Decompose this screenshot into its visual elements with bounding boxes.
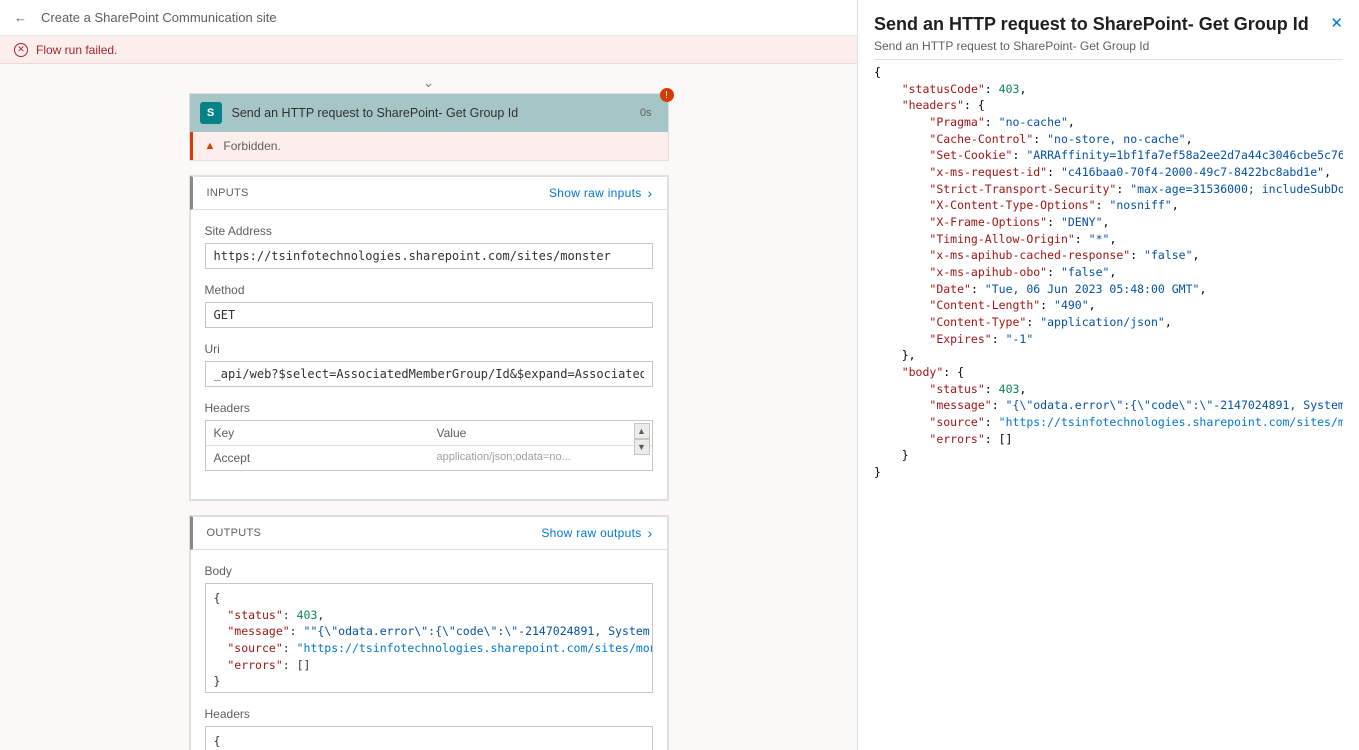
action-card[interactable]: S Send an HTTP request to SharePoint- Ge… xyxy=(189,93,669,161)
error-bar: ✕ Flow run failed. xyxy=(0,36,857,64)
warning-icon: ▲ xyxy=(205,140,216,152)
action-duration: 0s xyxy=(640,107,652,119)
uri-label: Uri xyxy=(205,342,653,356)
show-raw-inputs-link[interactable]: Show raw inputs › xyxy=(549,185,653,201)
action-title: Send an HTTP request to SharePoint- Get … xyxy=(232,106,640,120)
uri-input[interactable] xyxy=(205,361,653,387)
page-title: Create a SharePoint Communication site xyxy=(41,10,277,25)
headers-table: Key Value Accept application/json;odata=… xyxy=(205,420,653,471)
connector-arrow-icon: ⌄ xyxy=(0,74,857,91)
action-header[interactable]: S Send an HTTP request to SharePoint- Ge… xyxy=(190,94,668,132)
outputs-header-label: OUTPUTS xyxy=(207,527,262,539)
show-raw-outputs-link[interactable]: Show raw outputs › xyxy=(541,525,652,541)
chevron-down-icon[interactable]: ▼ xyxy=(634,439,650,455)
panel-title: Send an HTTP request to SharePoint- Get … xyxy=(874,14,1309,35)
headers-stepper[interactable]: ▲▼ xyxy=(634,423,650,455)
flow-canvas[interactable]: ⌄ S Send an HTTP request to SharePoint- … xyxy=(0,64,857,750)
inputs-header: INPUTS Show raw inputs › xyxy=(190,176,668,210)
site-address-input[interactable] xyxy=(205,243,653,269)
headers-label: Headers xyxy=(205,401,653,415)
output-headers-label: Headers xyxy=(205,707,653,721)
method-input[interactable] xyxy=(205,302,653,328)
headers-key-cell: Accept xyxy=(206,446,429,470)
headers-key-header: Key xyxy=(206,421,429,445)
error-badge-icon: ! xyxy=(660,88,674,102)
sharepoint-icon: S xyxy=(200,102,222,124)
panel-subtitle: Send an HTTP request to SharePoint- Get … xyxy=(874,39,1343,53)
error-text: Flow run failed. xyxy=(36,43,117,57)
body-json-box[interactable]: { "status": 403, "message": ""{\"odata.e… xyxy=(205,583,653,693)
close-icon[interactable]: ✕ xyxy=(1330,14,1343,32)
method-label: Method xyxy=(205,283,653,297)
error-icon: ✕ xyxy=(14,43,28,57)
action-error-text: Forbidden. xyxy=(223,139,280,153)
outputs-header: OUTPUTS Show raw outputs › xyxy=(190,516,668,550)
chevron-right-icon: › xyxy=(648,185,653,201)
topbar: ← Create a SharePoint Communication site xyxy=(0,0,857,36)
inputs-card: INPUTS Show raw inputs › Site Address Me… xyxy=(189,175,669,501)
headers-value-header: Value xyxy=(429,421,652,445)
body-label: Body xyxy=(205,564,653,578)
back-icon[interactable]: ← xyxy=(14,10,27,25)
chevron-up-icon[interactable]: ▲ xyxy=(634,423,650,439)
outputs-card: OUTPUTS Show raw outputs › Body { "statu… xyxy=(189,515,669,750)
site-address-label: Site Address xyxy=(205,224,653,238)
inputs-header-label: INPUTS xyxy=(207,187,249,199)
details-panel: Send an HTTP request to SharePoint- Get … xyxy=(857,0,1359,750)
panel-json[interactable]: { "statusCode": 403, "headers": { "Pragm… xyxy=(874,59,1343,742)
action-error-row: ▲ Forbidden. xyxy=(190,132,668,160)
headers-json-box[interactable]: { "Pragma": "no-cache", "Cache-Control":… xyxy=(205,726,653,750)
chevron-right-icon: › xyxy=(648,525,653,541)
headers-value-cell: application/json;odata=no... xyxy=(429,446,652,470)
